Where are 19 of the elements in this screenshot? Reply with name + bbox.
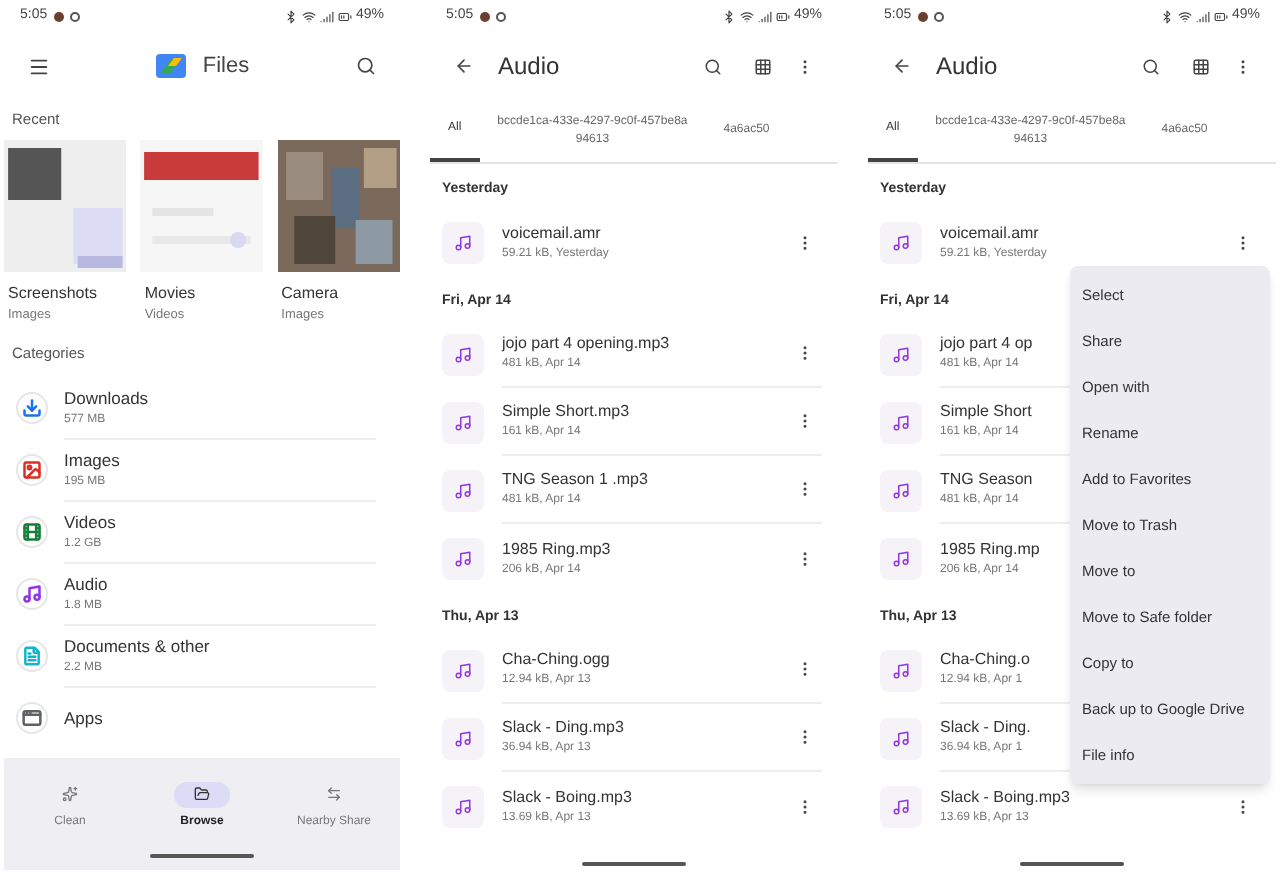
file-name: Slack - Boing.mp3 [502, 785, 632, 809]
file-name: Cha-Ching.ogg [502, 648, 610, 672]
file-name: voicemail.amr [940, 221, 1039, 245]
file-name: Cha-Ching.o [940, 648, 1030, 672]
file-name: 1985 Ring.mp3 [502, 537, 611, 561]
file-name: Slack - Boing.mp3 [940, 785, 1070, 809]
file-name: voicemail.amr [502, 221, 601, 245]
app-title: Files [202, 51, 250, 82]
screen-title: Audio [936, 50, 1000, 84]
file-name: jojo part 4 opening.mp3 [502, 332, 670, 356]
screen-title: Audio [498, 50, 562, 84]
file-name: TNG Season 1 .mp3 [502, 468, 648, 492]
file-name: jojo part 4 op [940, 332, 1033, 356]
file-name: Simple Short.mp3 [502, 400, 630, 424]
file-name: TNG Season [940, 468, 1033, 492]
file-name: Slack - Ding.mp3 [502, 716, 624, 740]
file-name: Slack - Ding. [940, 716, 1031, 740]
file-name: Simple Short [940, 400, 1032, 424]
file-name: 1985 Ring.mp [940, 537, 1040, 561]
